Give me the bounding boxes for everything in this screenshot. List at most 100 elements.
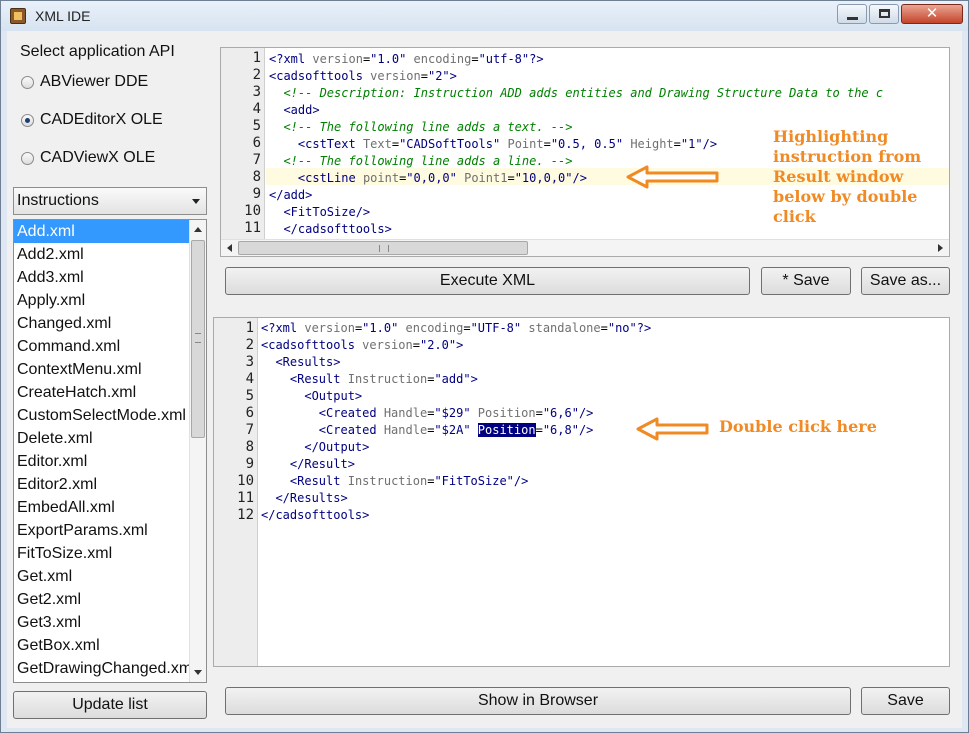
- file-list-item[interactable]: ExportParams.xml: [14, 519, 190, 542]
- line-number: 5: [252, 118, 261, 134]
- scroll-left-icon[interactable]: [227, 244, 232, 252]
- file-list-item[interactable]: GetDrawingChanged.xml: [14, 657, 190, 680]
- line-number: 3: [245, 354, 254, 370]
- line-number-gutter: 1 2 3 4 5 6 7 8 9 10 11: [221, 48, 265, 256]
- selected-word[interactable]: Position: [477, 423, 536, 437]
- line-number: 10: [237, 473, 254, 489]
- file-list-item[interactable]: Editor2.xml: [14, 473, 190, 496]
- annotation-line: Highlighting: [773, 127, 889, 146]
- dropdown-value: Instructions: [17, 192, 99, 209]
- radio-abviewer-dde[interactable]: ABViewer DDE: [21, 73, 211, 97]
- file-list-item[interactable]: Apply.xml: [14, 289, 190, 312]
- close-button[interactable]: ✕: [901, 4, 963, 24]
- file-list-item[interactable]: Delete.xml: [14, 427, 190, 450]
- highlight-annotation: Highlighting instruction from Result win…: [773, 127, 921, 227]
- file-list-item[interactable]: Get3.xml: [14, 611, 190, 634]
- annotation-line: below by double: [773, 187, 918, 206]
- update-list-button[interactable]: Update list: [13, 691, 207, 719]
- line-number: 9: [245, 456, 254, 472]
- client-area: Select application API ABViewer DDE CADE…: [7, 31, 962, 728]
- line-number: 8: [245, 439, 254, 455]
- line-number: 6: [252, 135, 261, 151]
- file-list-item[interactable]: Add.xml: [14, 220, 190, 243]
- api-group-label: Select application API: [20, 43, 175, 60]
- annotation-line: instruction from: [773, 147, 922, 166]
- left-arrow-icon: [636, 417, 709, 441]
- left-arrow-icon: [626, 165, 719, 189]
- annotation-line: Result window: [773, 167, 904, 186]
- xml-editor-hscrollbar[interactable]: [221, 239, 949, 256]
- grip-icon: [195, 333, 201, 343]
- radio-label: ABViewer DDE: [40, 73, 149, 90]
- file-list-item[interactable]: GetDrawingList.xml: [14, 680, 190, 682]
- scroll-thumb[interactable]: [191, 240, 205, 438]
- save-as-button[interactable]: Save as...: [861, 267, 950, 295]
- line-number: 9: [252, 186, 261, 202]
- scroll-down-icon[interactable]: [194, 670, 202, 675]
- chevron-down-icon: [192, 199, 200, 204]
- line-number: 12: [237, 507, 254, 523]
- line-number: 7: [245, 422, 254, 438]
- window-title: XML IDE: [35, 8, 91, 24]
- scroll-right-icon[interactable]: [938, 244, 943, 252]
- line-number: 1: [252, 50, 261, 66]
- line-number: 2: [245, 337, 254, 353]
- result-xml-source[interactable]: <?xml version="1.0" encoding="UTF-8" sta…: [261, 320, 651, 524]
- file-list-item[interactable]: Get.xml: [14, 565, 190, 588]
- line-number: 5: [245, 388, 254, 404]
- result-editor[interactable]: 1 2 3 4 5 6 7 8 9 10 11 12 <?xml version="1.0" enco…: [213, 317, 950, 667]
- show-in-browser-button[interactable]: Show in Browser: [225, 687, 851, 715]
- file-list-item[interactable]: FitToSize.xml: [14, 542, 190, 565]
- file-list-item[interactable]: CreateHatch.xml: [14, 381, 190, 404]
- radio-indicator: [21, 152, 34, 165]
- maximize-button[interactable]: [869, 4, 899, 24]
- category-dropdown[interactable]: Instructions: [13, 187, 207, 215]
- line-number: 4: [245, 371, 254, 387]
- app-icon: [10, 8, 26, 24]
- file-list-items: Add.xml Add2.xml Add3.xml Apply.xml Changed.…: [14, 220, 190, 682]
- file-list-item[interactable]: CustomSelectMode.xml: [14, 404, 190, 427]
- file-list-scrollbar[interactable]: [189, 220, 206, 682]
- file-list-item[interactable]: GetBox.xml: [14, 634, 190, 657]
- title-bar: XML IDE ✕: [1, 1, 968, 31]
- line-number: 11: [244, 220, 261, 236]
- file-list-item[interactable]: Get2.xml: [14, 588, 190, 611]
- radio-label: CADEditorX OLE: [40, 111, 163, 128]
- execute-xml-button[interactable]: Execute XML: [225, 267, 750, 295]
- line-number-gutter: 1 2 3 4 5 6 7 8 9 10 11 12: [214, 318, 258, 666]
- file-list-item[interactable]: Command.xml: [14, 335, 190, 358]
- file-list-item[interactable]: Changed.xml: [14, 312, 190, 335]
- line-number: 10: [244, 203, 261, 219]
- file-list-item[interactable]: ContextMenu.xml: [14, 358, 190, 381]
- save-result-button[interactable]: Save: [861, 687, 950, 715]
- scroll-thumb[interactable]: [238, 241, 528, 255]
- close-icon: ✕: [925, 4, 939, 22]
- scroll-up-icon[interactable]: [194, 227, 202, 232]
- minimize-button[interactable]: [837, 4, 867, 24]
- file-list[interactable]: Add.xml Add2.xml Add3.xml Apply.xml Changed.…: [13, 219, 207, 683]
- file-list-item[interactable]: Add3.xml: [14, 266, 190, 289]
- line-number: 8: [252, 169, 261, 185]
- radio-cadviewx-ole[interactable]: CADViewX OLE: [21, 149, 211, 173]
- radio-label: CADViewX OLE: [40, 149, 156, 166]
- minimize-icon: [847, 17, 858, 20]
- radio-indicator-selected: [21, 114, 34, 127]
- file-list-item[interactable]: Editor.xml: [14, 450, 190, 473]
- annotation-line: click: [773, 207, 816, 226]
- line-number: 6: [245, 405, 254, 421]
- line-number: 7: [252, 152, 261, 168]
- save-modified-button[interactable]: * Save: [761, 267, 851, 295]
- radio-indicator: [21, 76, 34, 89]
- line-number: 1: [245, 320, 254, 336]
- line-number: 4: [252, 101, 261, 117]
- radio-cadeditorx-ole[interactable]: CADEditorX OLE: [21, 111, 211, 135]
- line-number: 3: [252, 84, 261, 100]
- maximize-icon: [879, 9, 890, 18]
- file-list-item[interactable]: EmbedAll.xml: [14, 496, 190, 519]
- line-number: 2: [252, 67, 261, 83]
- grip-icon: [379, 245, 389, 252]
- file-list-item[interactable]: Add2.xml: [14, 243, 190, 266]
- line-number: 11: [237, 490, 254, 506]
- app-window: XML IDE ✕ Select application API ABViewe…: [0, 0, 969, 733]
- double-click-annotation: Double click here: [719, 417, 877, 436]
